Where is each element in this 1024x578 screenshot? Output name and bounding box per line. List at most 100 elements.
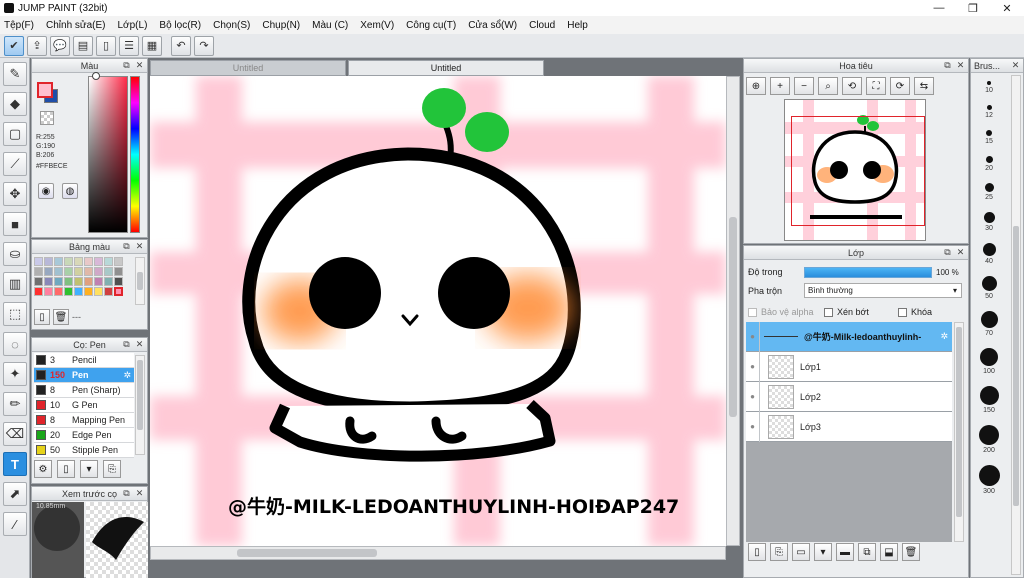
hue-slider[interactable] [130,76,140,233]
grid-edit-icon[interactable]: ▦ [142,35,162,56]
palette-swatch[interactable] [84,267,93,276]
marquee-icon[interactable]: ⬚ [3,302,27,326]
tab-untitled-2[interactable]: Untitled [348,60,544,76]
foreground-color-swatch[interactable] [37,82,53,98]
palette-swatch[interactable] [84,287,93,296]
menu-edit[interactable]: Chỉnh sửa(E) [46,20,106,31]
zoom-in-icon[interactable]: + [770,77,790,95]
palette-swatch[interactable] [84,257,93,266]
operation-tool-icon[interactable]: ⬈ [3,482,27,506]
close-panel-icon[interactable]: ✕ [134,241,145,252]
palette-swatch[interactable] [54,287,63,296]
color-picker-icon[interactable]: ◍ [62,183,78,199]
palette-swatch[interactable] [44,287,53,296]
eyedropper-icon[interactable]: ⁄ [3,512,27,536]
palette-swatch[interactable] [54,257,63,266]
brush-options-icon[interactable]: ▾ [80,460,98,478]
palette-swatch[interactable] [74,257,83,266]
undock-icon[interactable]: ⧉ [121,488,132,499]
palette-swatch[interactable] [94,287,103,296]
brush-size-item[interactable]: 30 [971,212,1007,232]
select-rect-icon[interactable]: ▢ [3,122,27,146]
eraser-tool-icon[interactable]: ◆ [3,92,27,116]
canvas-vertical-scrollbar[interactable] [726,76,740,546]
duplicate-layer-icon[interactable]: ⧉ [858,543,876,561]
drawing-canvas[interactable]: @牛奶-MILK-LEDOANTHUYLINH-HOIĐAP247 [150,76,726,546]
palette-swatch[interactable] [114,267,123,276]
protect-alpha-checkbox[interactable] [748,307,757,317]
brush-item[interactable]: 150 Pen ✲ [34,368,134,383]
palette-swatch[interactable] [34,277,43,286]
select-eraser-icon[interactable]: ⌫ [3,422,27,446]
menu-color[interactable]: Màu (C) [312,20,348,31]
brush-size-item[interactable]: 25 [971,183,1007,201]
folder-icon[interactable]: ▬ [836,543,854,561]
undo-icon[interactable]: ↶ [171,35,191,56]
palette-swatch[interactable] [34,267,43,276]
new-palette-icon[interactable]: ▯ [34,309,50,325]
palette-swatch[interactable] [114,257,123,266]
brush-scrollbar[interactable] [135,355,145,455]
brush-size-item[interactable]: 150 [971,386,1007,414]
minimize-button[interactable]: — [922,0,956,16]
move-tool-icon[interactable]: ✥ [3,182,27,206]
menu-tools[interactable]: Công cụ(T) [406,20,456,31]
brush-item[interactable]: 3 Pencil [34,353,134,368]
merge-layer-icon[interactable]: ⬓ [880,543,898,561]
navigator-thumbnail[interactable] [784,99,926,241]
sv-cursor[interactable] [92,72,100,80]
lock-checkbox[interactable] [898,307,907,317]
palette-swatch[interactable] [104,277,113,286]
redo-icon[interactable]: ↷ [194,35,214,56]
layer-scrollbar[interactable] [954,322,964,542]
close-panel-icon[interactable]: ✕ [955,60,966,71]
close-panel-icon[interactable]: ✕ [1010,60,1021,71]
palette-swatch[interactable] [104,287,113,296]
zoom-fit-icon[interactable]: ⊕ [746,77,766,95]
palette-swatch[interactable] [54,277,63,286]
palette-swatch[interactable] [54,267,63,276]
new-raster-icon[interactable]: ⎘ [770,543,788,561]
brush-item[interactable]: 8 Pen (Sharp) [34,383,134,398]
palette-swatch[interactable] [104,257,113,266]
navigator-view-frame[interactable] [791,116,925,226]
brush-size-item[interactable]: 50 [971,276,1007,300]
brush-size-item[interactable]: 300 [971,465,1007,495]
brush-item[interactable]: 10 G Pen [34,398,134,413]
palette-swatch[interactable] [64,257,73,266]
menu-cloud[interactable]: Cloud [529,20,555,31]
menu-select[interactable]: Chọn(S) [213,20,250,31]
gradient-icon[interactable]: ▥ [3,272,27,296]
zoom-search-icon[interactable]: ⌕ [818,77,838,95]
new-layer-icon[interactable]: ▯ [748,543,766,561]
lock-option[interactable]: Khóa [898,307,932,317]
blend-mode-select[interactable]: Bình thường ▾ [804,283,962,298]
brush-size-item[interactable]: 20 [971,156,1007,172]
canvas-horizontal-scrollbar[interactable] [150,546,726,560]
layer-visibility-icon[interactable]: ● [746,321,760,352]
layer-row[interactable]: ● @牛奶-Milk-ledoanthuylinh- ✲ [746,321,952,352]
rotate-left-icon[interactable]: ⟲ [842,77,862,95]
brush-size-item[interactable]: 12 [971,105,1007,119]
brush-size-item[interactable]: 200 [971,425,1007,454]
protect-alpha-option[interactable]: Bảo vệ alpha [748,307,814,317]
select-pen-icon[interactable]: ✏ [3,392,27,416]
layer-settings-gear-icon[interactable]: ✲ [940,331,948,342]
palette-swatch[interactable] [74,287,83,296]
menu-layer[interactable]: Lớp(L) [118,20,148,31]
add-layer-dropdown-icon[interactable]: ▾ [814,543,832,561]
list-icon[interactable]: ☰ [119,35,139,56]
menu-view[interactable]: Xem(V) [360,20,394,31]
palette-swatch[interactable] [34,287,43,296]
new-brush-icon[interactable]: ▯ [57,460,75,478]
undock-icon[interactable]: ⧉ [942,60,953,71]
size-scrollbar[interactable] [1011,75,1021,575]
menu-filter[interactable]: Bộ lọc(R) [159,20,201,31]
magic-wand-icon[interactable]: ✦ [3,362,27,386]
undock-icon[interactable]: ⧉ [121,339,132,350]
menu-capture[interactable]: Chụp(N) [262,20,300,31]
lasso-icon[interactable]: ◌ [3,332,27,356]
clipping-option[interactable]: Xén bớt [824,307,869,317]
close-button[interactable]: ✕ [990,0,1024,16]
rotate-right-icon[interactable]: ⟳ [890,77,910,95]
